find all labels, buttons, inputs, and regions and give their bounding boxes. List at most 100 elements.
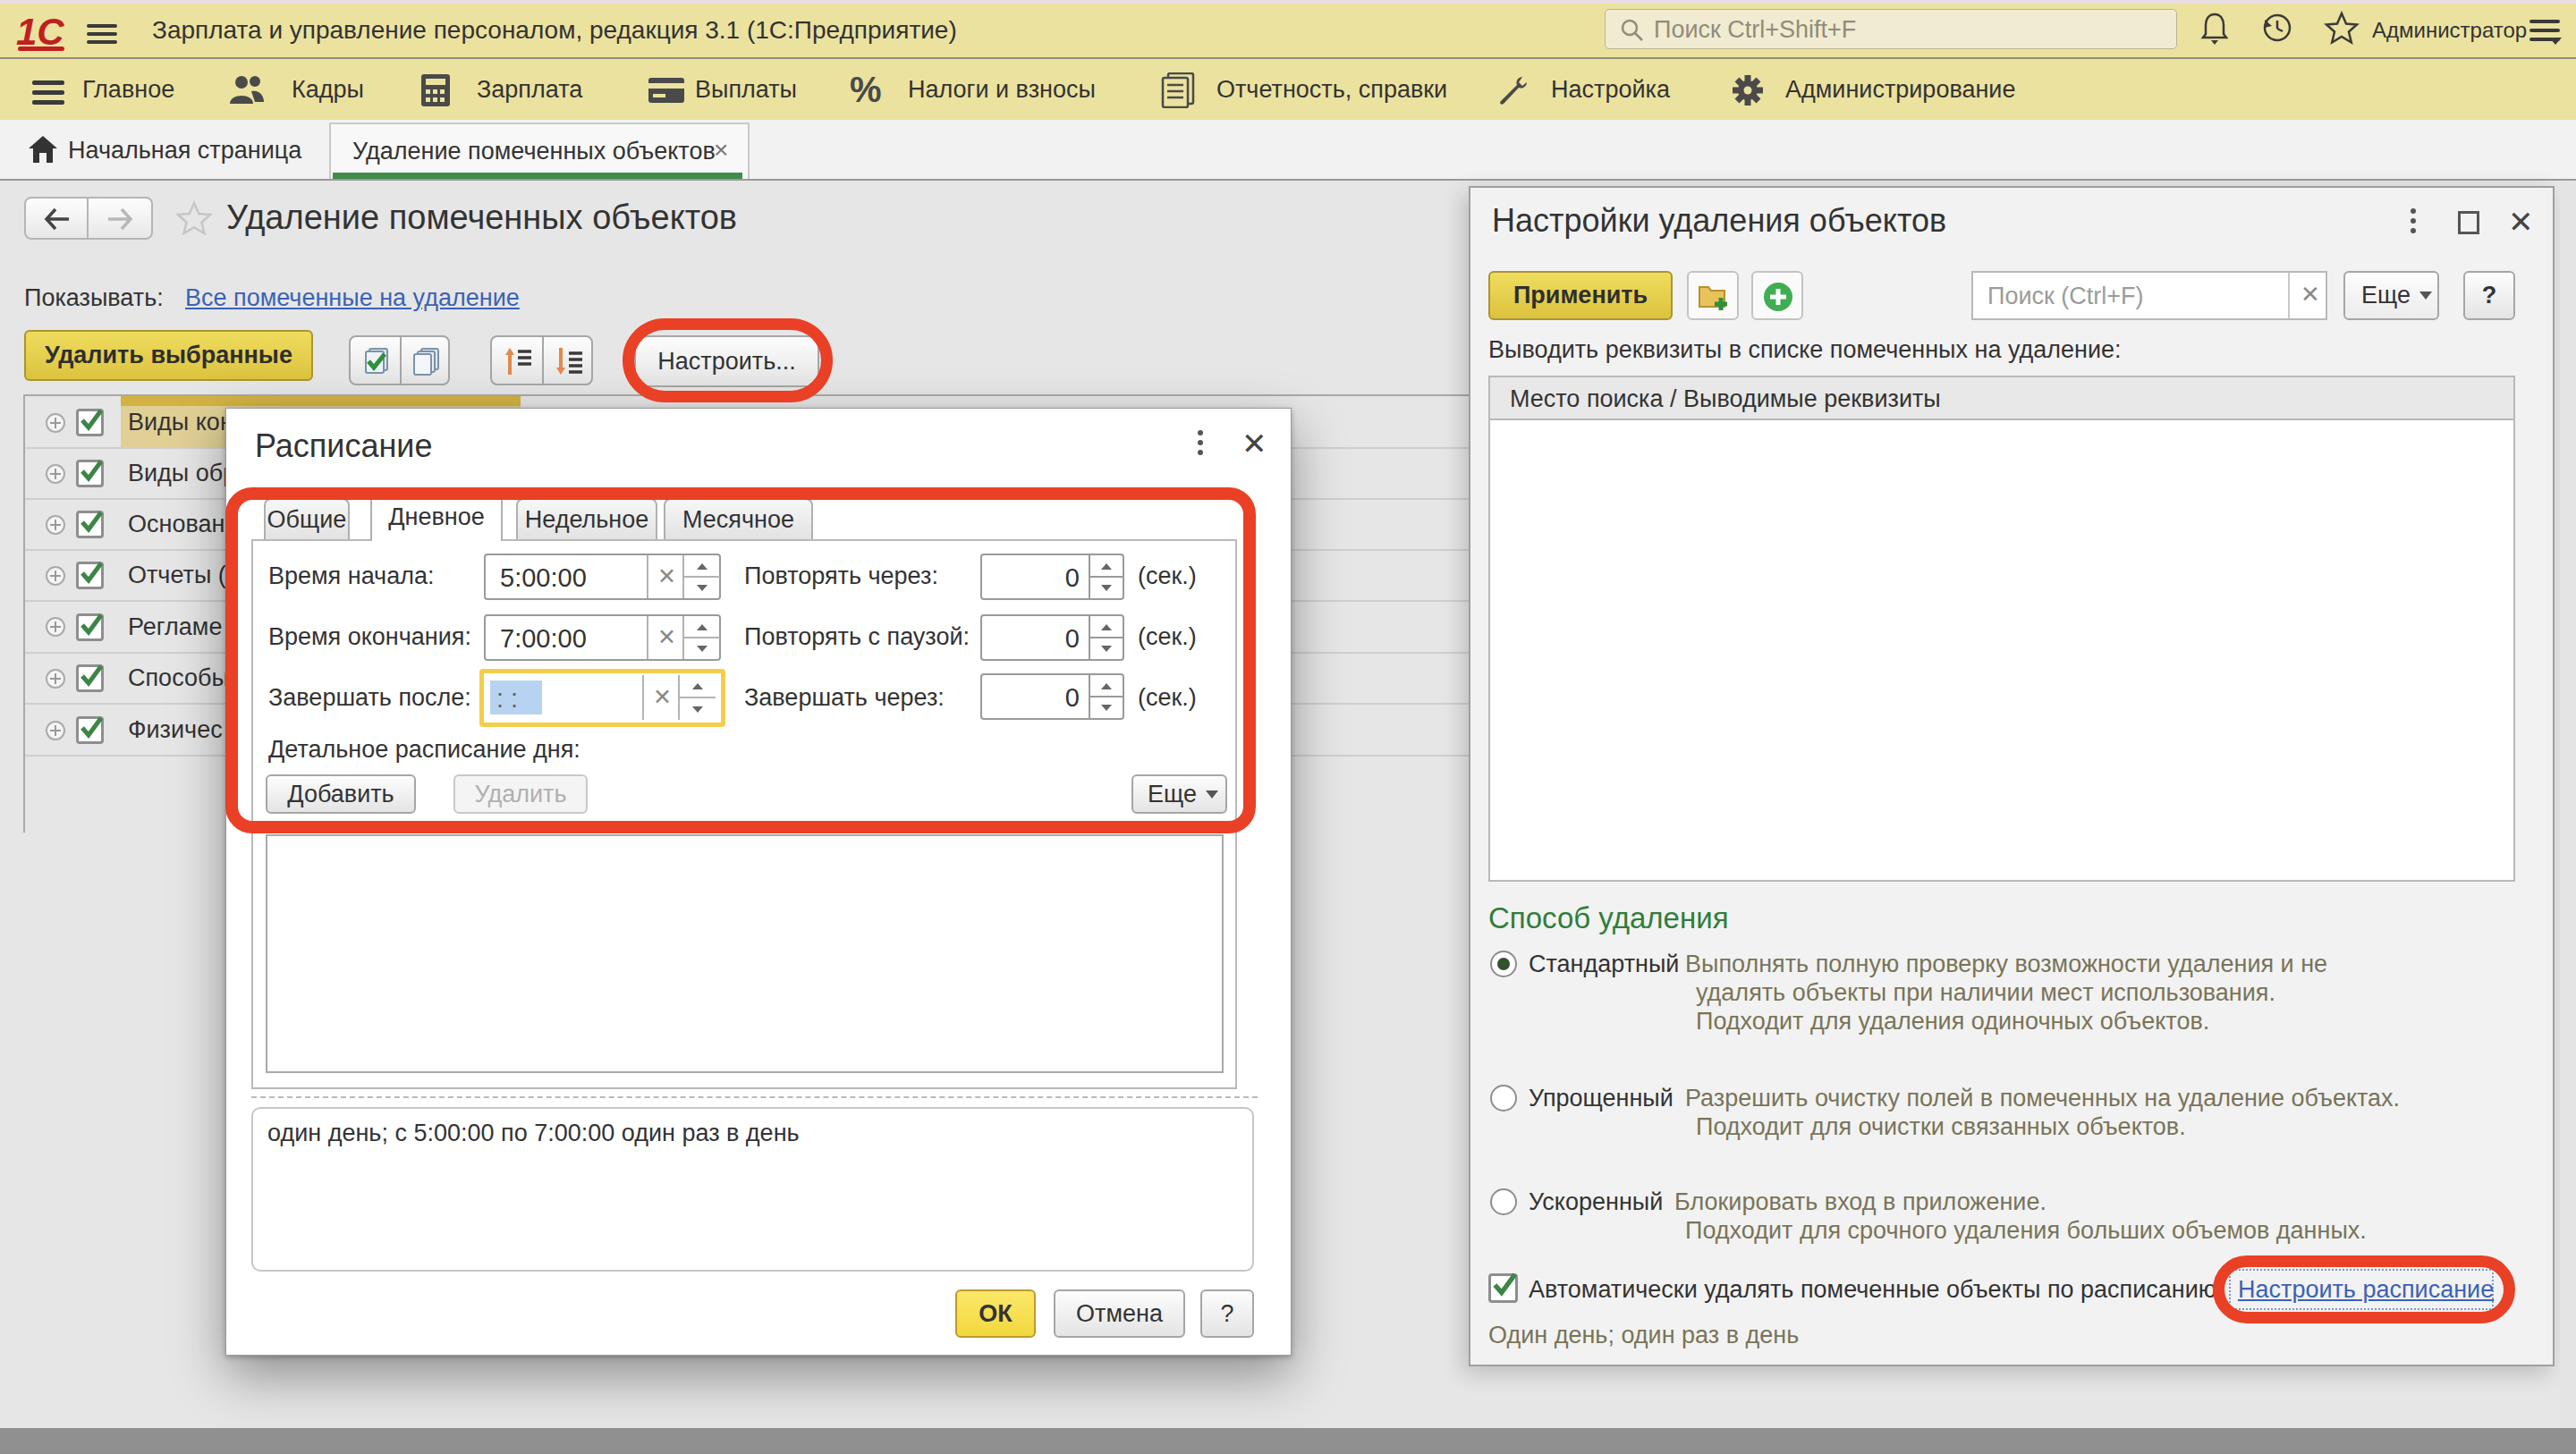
row-checkbox[interactable] [76, 716, 104, 744]
menu-item-vyplaty[interactable]: Выплаты [695, 59, 797, 120]
menu-item-otchetnost[interactable]: Отчетность, справки [1216, 59, 1447, 120]
end-time-spin-down[interactable] [684, 638, 720, 659]
row-checkbox[interactable] [76, 613, 104, 641]
add-button[interactable] [1751, 271, 1803, 320]
top-menu-icon[interactable] [87, 20, 117, 48]
uncheck-all-icon[interactable] [411, 347, 442, 376]
finish-after-spin-down[interactable] [680, 698, 716, 720]
radio-standard[interactable] [1490, 951, 1517, 977]
start-time-field[interactable]: 5:00:00 ✕ [484, 554, 721, 600]
check-all-icon[interactable] [361, 347, 392, 376]
cancel-button[interactable]: Отмена [1054, 1289, 1185, 1338]
expand-icon[interactable] [45, 565, 66, 587]
menu-item-kadry[interactable]: Кадры [292, 59, 364, 120]
nav-back-button[interactable] [24, 197, 89, 240]
expand-icon[interactable] [45, 514, 66, 536]
expand-icon[interactable] [45, 616, 66, 638]
finish-after-clear-icon[interactable]: ✕ [653, 684, 672, 710]
menu-item-nalogi[interactable]: Налоги и взносы [908, 59, 1096, 120]
repeat-spin-down[interactable] [1090, 578, 1123, 598]
row-label: Отчеты ( [128, 562, 226, 589]
tab-home[interactable]: Начальная страница [68, 122, 301, 179]
start-time-value: 5:00:00 [500, 563, 587, 593]
grid-body[interactable] [1488, 420, 2515, 882]
expand-icon[interactable] [45, 720, 66, 741]
expand-icon[interactable] [45, 412, 66, 434]
sections-menu-icon[interactable] [32, 75, 64, 110]
home-icon[interactable] [27, 134, 59, 165]
expand-icon[interactable] [45, 463, 66, 485]
radio-simplified[interactable] [1490, 1085, 1517, 1112]
tab-active[interactable]: Удаление помеченных объектов × [329, 123, 750, 179]
panel-more-button[interactable]: Еще [2343, 271, 2439, 320]
panel-restore-icon[interactable] [2458, 211, 2479, 234]
schedule-link[interactable]: Настроить расписание [2238, 1276, 2494, 1304]
page-favorite-star-icon[interactable] [175, 200, 213, 238]
row-checkbox[interactable] [76, 460, 104, 487]
row-checkbox[interactable] [76, 511, 104, 538]
start-time-clear-icon[interactable]: ✕ [657, 563, 676, 589]
notifications-bell-icon[interactable] [2199, 11, 2231, 48]
dialog-kebab-icon[interactable] [1195, 426, 1206, 460]
dialog-tab-mesyachnoe[interactable]: Месячное [664, 498, 813, 539]
folder-add-icon [1698, 282, 1730, 312]
show-filter-link[interactable]: Все помеченные на удаление [185, 284, 520, 312]
remove-day-button[interactable]: Удалить [453, 774, 588, 814]
add-day-button[interactable]: Добавить [266, 774, 416, 814]
user-menu-icon[interactable] [2529, 14, 2560, 46]
dialog-help-button[interactable]: ? [1200, 1289, 1254, 1338]
menu-item-zarplata[interactable]: Зарплата [477, 59, 582, 120]
finish-in-spin-up[interactable] [1090, 675, 1123, 697]
end-time-field[interactable]: 7:00:00 ✕ [484, 614, 721, 661]
ok-button[interactable]: ОК [955, 1289, 1036, 1338]
configure-button[interactable]: Настроить... [634, 335, 819, 387]
dialog-tab-obschie[interactable]: Общие [264, 498, 350, 539]
apply-button[interactable]: Применить [1488, 271, 1673, 320]
panel-search-clear-icon[interactable]: ✕ [2301, 281, 2320, 309]
auto-delete-checkbox[interactable] [1488, 1273, 1518, 1303]
global-search-input[interactable]: Поиск Ctrl+Shift+F [1605, 9, 2177, 49]
pause-spin-down[interactable] [1090, 638, 1123, 659]
dialog-tab-nedelnoe[interactable]: Недельное [516, 498, 657, 539]
folder-add-button[interactable] [1687, 271, 1739, 320]
panel-search-input[interactable]: Поиск (Ctrl+F) ✕ [1971, 271, 2327, 320]
row-checkbox[interactable] [76, 409, 104, 436]
repeat-field[interactable]: 0 [980, 554, 1124, 600]
pause-field[interactable]: 0 [980, 614, 1124, 661]
grid-header[interactable]: Место поиска / Выводимые реквизиты [1488, 376, 2515, 420]
finish-in-field[interactable]: 0 [980, 673, 1124, 720]
history-icon[interactable] [2260, 11, 2294, 45]
nav-forward-button[interactable] [89, 197, 153, 240]
dialog-tab-dnevnoe[interactable]: Дневное [370, 491, 503, 541]
radio-simplified-label: Упрощенный [1529, 1085, 1674, 1112]
finish-after-field[interactable]: : : ✕ [479, 669, 725, 727]
pause-spin-up[interactable] [1090, 616, 1123, 638]
finish-after-spin-up[interactable] [680, 675, 716, 697]
menu-item-glavnoe[interactable]: Главное [82, 59, 174, 120]
end-time-clear-icon[interactable]: ✕ [657, 624, 676, 650]
sort-asc-icon[interactable] [503, 346, 533, 376]
delete-selected-button[interactable]: Удалить выбранные [24, 330, 313, 381]
panel-close-icon[interactable]: ✕ [2508, 204, 2534, 240]
finish-in-spin-down[interactable] [1090, 697, 1123, 718]
dialog-close-icon[interactable]: ✕ [1241, 426, 1267, 461]
panel-help-button[interactable]: ? [2463, 271, 2515, 320]
repeat-spin-up[interactable] [1090, 555, 1123, 577]
user-name[interactable]: Администратор [2372, 4, 2527, 57]
dialog-more-button[interactable]: Еще [1131, 774, 1227, 814]
sort-desc-icon[interactable] [554, 346, 584, 376]
menu-item-administrirovanie[interactable]: Администрирование [1785, 59, 2015, 120]
tab-close-icon[interactable]: × [714, 136, 728, 165]
start-time-spin-up[interactable] [684, 555, 720, 577]
expand-icon[interactable] [45, 668, 66, 689]
start-time-spin-down[interactable] [684, 578, 720, 598]
day-schedule-list[interactable] [266, 834, 1224, 1073]
favorites-star-icon[interactable] [2324, 11, 2360, 46]
row-checkbox[interactable] [76, 562, 104, 589]
dialog-splitter[interactable] [251, 1096, 1258, 1098]
end-time-spin-up[interactable] [684, 616, 720, 638]
panel-kebab-icon[interactable] [2408, 204, 2419, 238]
radio-accelerated[interactable] [1490, 1188, 1517, 1215]
menu-item-nastroyka[interactable]: Настройка [1551, 59, 1670, 120]
row-checkbox[interactable] [76, 664, 104, 692]
